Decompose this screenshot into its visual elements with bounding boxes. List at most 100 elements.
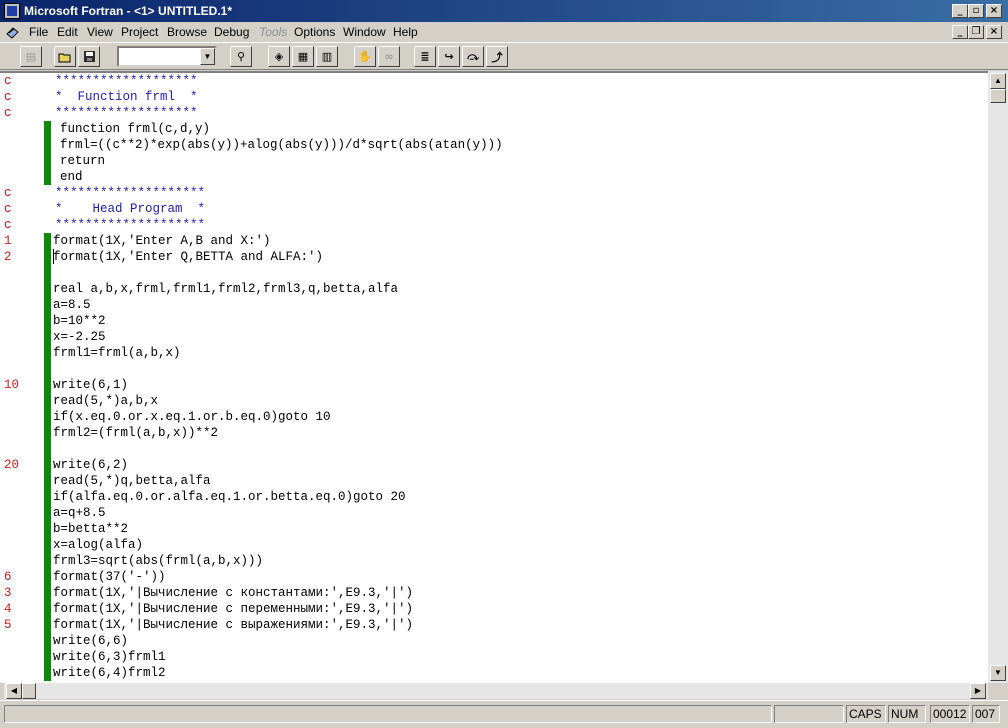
stop-hand-icon[interactable]: ✋ [354,46,376,67]
maximize-button[interactable]: ▫ [968,4,984,18]
new-file-icon[interactable]: ▤ [20,46,42,67]
code-line[interactable]: return [0,153,988,169]
code-line[interactable]: 20 write(6,2) [0,457,988,473]
title-bar: Microsoft Fortran - <1> UNTITLED.1* _ ▫ … [0,0,1008,22]
code-line[interactable]: 6 format(37('-')) [0,569,988,585]
code-line[interactable]: c * Head Program * [0,201,988,217]
menu-tools[interactable]: Tools [259,25,287,39]
code-line[interactable]: c ******************** [0,185,988,201]
step-over-icon[interactable]: ⤼ [462,46,484,67]
project-layers-icon[interactable]: ◈ [268,46,290,67]
code-line[interactable]: real a,b,x,frml,frml1,frml2,frml3,q,bett… [0,281,988,297]
code-line[interactable]: c ******************* [0,105,988,121]
code-line[interactable]: frml3=sqrt(abs(frml(a,b,x))) [0,553,988,569]
chevron-down-icon[interactable]: ▼ [200,48,215,65]
code-line[interactable]: 4 format(1X,'|Вычисление с переменными:',… [0,601,988,617]
horizontal-scrollbar[interactable]: ◀ ▶ [4,683,988,699]
step-into-icon[interactable]: ↪ [438,46,460,67]
code-text: write(6,4)frml2 [53,666,166,680]
change-marker-bar [44,409,51,425]
menu-view[interactable]: View [87,25,113,39]
document-icon[interactable] [6,25,20,39]
status-message-panel [4,705,772,723]
code-editor[interactable]: c ******************* c * Function frml * c *… [0,71,988,683]
scroll-left-icon[interactable]: ◀ [6,683,22,699]
code-line[interactable]: c * Function frml * [0,89,988,105]
menu-options[interactable]: Options [294,25,335,39]
scroll-up-icon[interactable]: ▲ [990,73,1006,89]
code-text: return [60,154,106,168]
watch-glasses-icon[interactable]: ∞ [378,46,400,67]
menu-project[interactable]: Project [121,25,158,39]
code-line[interactable]: write(6,4)frml2 [0,665,988,681]
vertical-scrollbar[interactable]: ▲ ▼ [988,71,1008,683]
find-binoculars-icon[interactable]: ⚲ [230,46,252,67]
doc-close-button[interactable]: × [986,25,1002,39]
code-line[interactable]: 3 format(1X,'|Вычисление с константами:',… [0,585,988,601]
menu-window[interactable]: Window [343,25,386,39]
code-line[interactable] [0,361,988,377]
doc-restore-button[interactable]: ❐ [968,25,984,39]
menu-browse[interactable]: Browse [167,25,207,39]
save-icon[interactable] [78,46,100,67]
scroll-down-icon[interactable]: ▼ [990,665,1006,681]
code-line[interactable] [0,265,988,281]
menu-help[interactable]: Help [393,25,418,39]
code-line[interactable]: read(5,*)a,b,x [0,393,988,409]
change-marker-bar [44,377,51,393]
build-icon[interactable]: ▥ [316,46,338,67]
step-list-icon[interactable]: ≣ [414,46,436,67]
scroll-right-icon[interactable]: ▶ [970,683,986,699]
code-line[interactable]: x=-2.25 [0,329,988,345]
code-line[interactable]: write(6,6) [0,633,988,649]
menu-edit[interactable]: Edit [57,25,78,39]
change-marker-bar [44,153,51,169]
change-marker-bar [44,441,51,457]
code-line[interactable]: read(5,*)q,betta,alfa [0,473,988,489]
code-line[interactable]: frml1=frml(a,b,x) [0,345,988,361]
change-marker-bar [44,169,51,185]
code-line[interactable]: a=8.5 [0,297,988,313]
code-line[interactable]: 2 format(1X,'Enter Q,BETTA and ALFA:') [0,249,988,265]
line-label: c [4,218,12,232]
menu-file[interactable]: File [29,25,48,39]
fortran-app-icon[interactable] [4,3,20,19]
minimize-button[interactable]: _ [952,4,968,18]
code-line[interactable]: if(x.eq.0.or.x.eq.1.or.b.eq.0)goto 10 [0,409,988,425]
code-text: function frml(c,d,y) [60,122,211,136]
code-line[interactable]: end [0,169,988,185]
code-text: end [60,170,83,184]
code-line[interactable]: 10 write(6,1) [0,377,988,393]
code-text: x=alog(alfa) [53,538,144,552]
code-line[interactable]: frml2=(frml(a,b,x))**2 [0,425,988,441]
code-line[interactable]: if(alfa.eq.0.or.alfa.eq.1.or.betta.eq.0)… [0,489,988,505]
code-line[interactable]: a=q+8.5 [0,505,988,521]
menu-bar: File Edit View Project Browse Debug Tool… [0,22,1008,42]
code-line[interactable]: 1 format(1X,'Enter A,B and X:') [0,233,988,249]
open-folder-icon[interactable] [54,46,76,67]
close-button[interactable]: × [986,4,1002,18]
code-line[interactable]: frml=((c**2)*exp(abs(y))+alog(abs(y)))/d… [0,137,988,153]
menu-debug[interactable]: Debug [214,25,249,39]
code-line[interactable]: b=betta**2 [0,521,988,537]
code-line[interactable]: b=10**2 [0,313,988,329]
code-line[interactable]: c ******************* [0,73,988,89]
step-out-icon[interactable]: ⤴ [486,46,508,67]
code-text: format(1X,'|Вычисление с выражениями:',E… [53,618,414,632]
doc-minimize-button[interactable]: _ [952,25,968,39]
code-line[interactable]: write(6,3)frml1 [0,649,988,665]
code-line[interactable]: x=alog(alfa) [0,537,988,553]
change-marker-bar [44,249,51,265]
code-line[interactable]: c ******************** [0,217,988,233]
code-text: format(1X,'Enter A,B and X:') [53,234,271,248]
code-line[interactable]: function frml(c,d,y) [0,121,988,137]
code-line[interactable] [0,441,988,457]
code-text: read(5,*)q,betta,alfa [53,474,211,488]
compile-icon[interactable]: ▦ [292,46,314,67]
find-combobox[interactable]: ▼ [117,46,217,67]
code-text: a=8.5 [53,298,91,312]
vertical-scroll-thumb[interactable] [990,89,1006,103]
horizontal-scroll-thumb[interactable] [22,683,36,699]
code-text: real a,b,x,frml,frml1,frml2,frml3,q,bett… [53,282,399,296]
code-line[interactable]: 5 format(1X,'|Вычисление с выражениями:',… [0,617,988,633]
